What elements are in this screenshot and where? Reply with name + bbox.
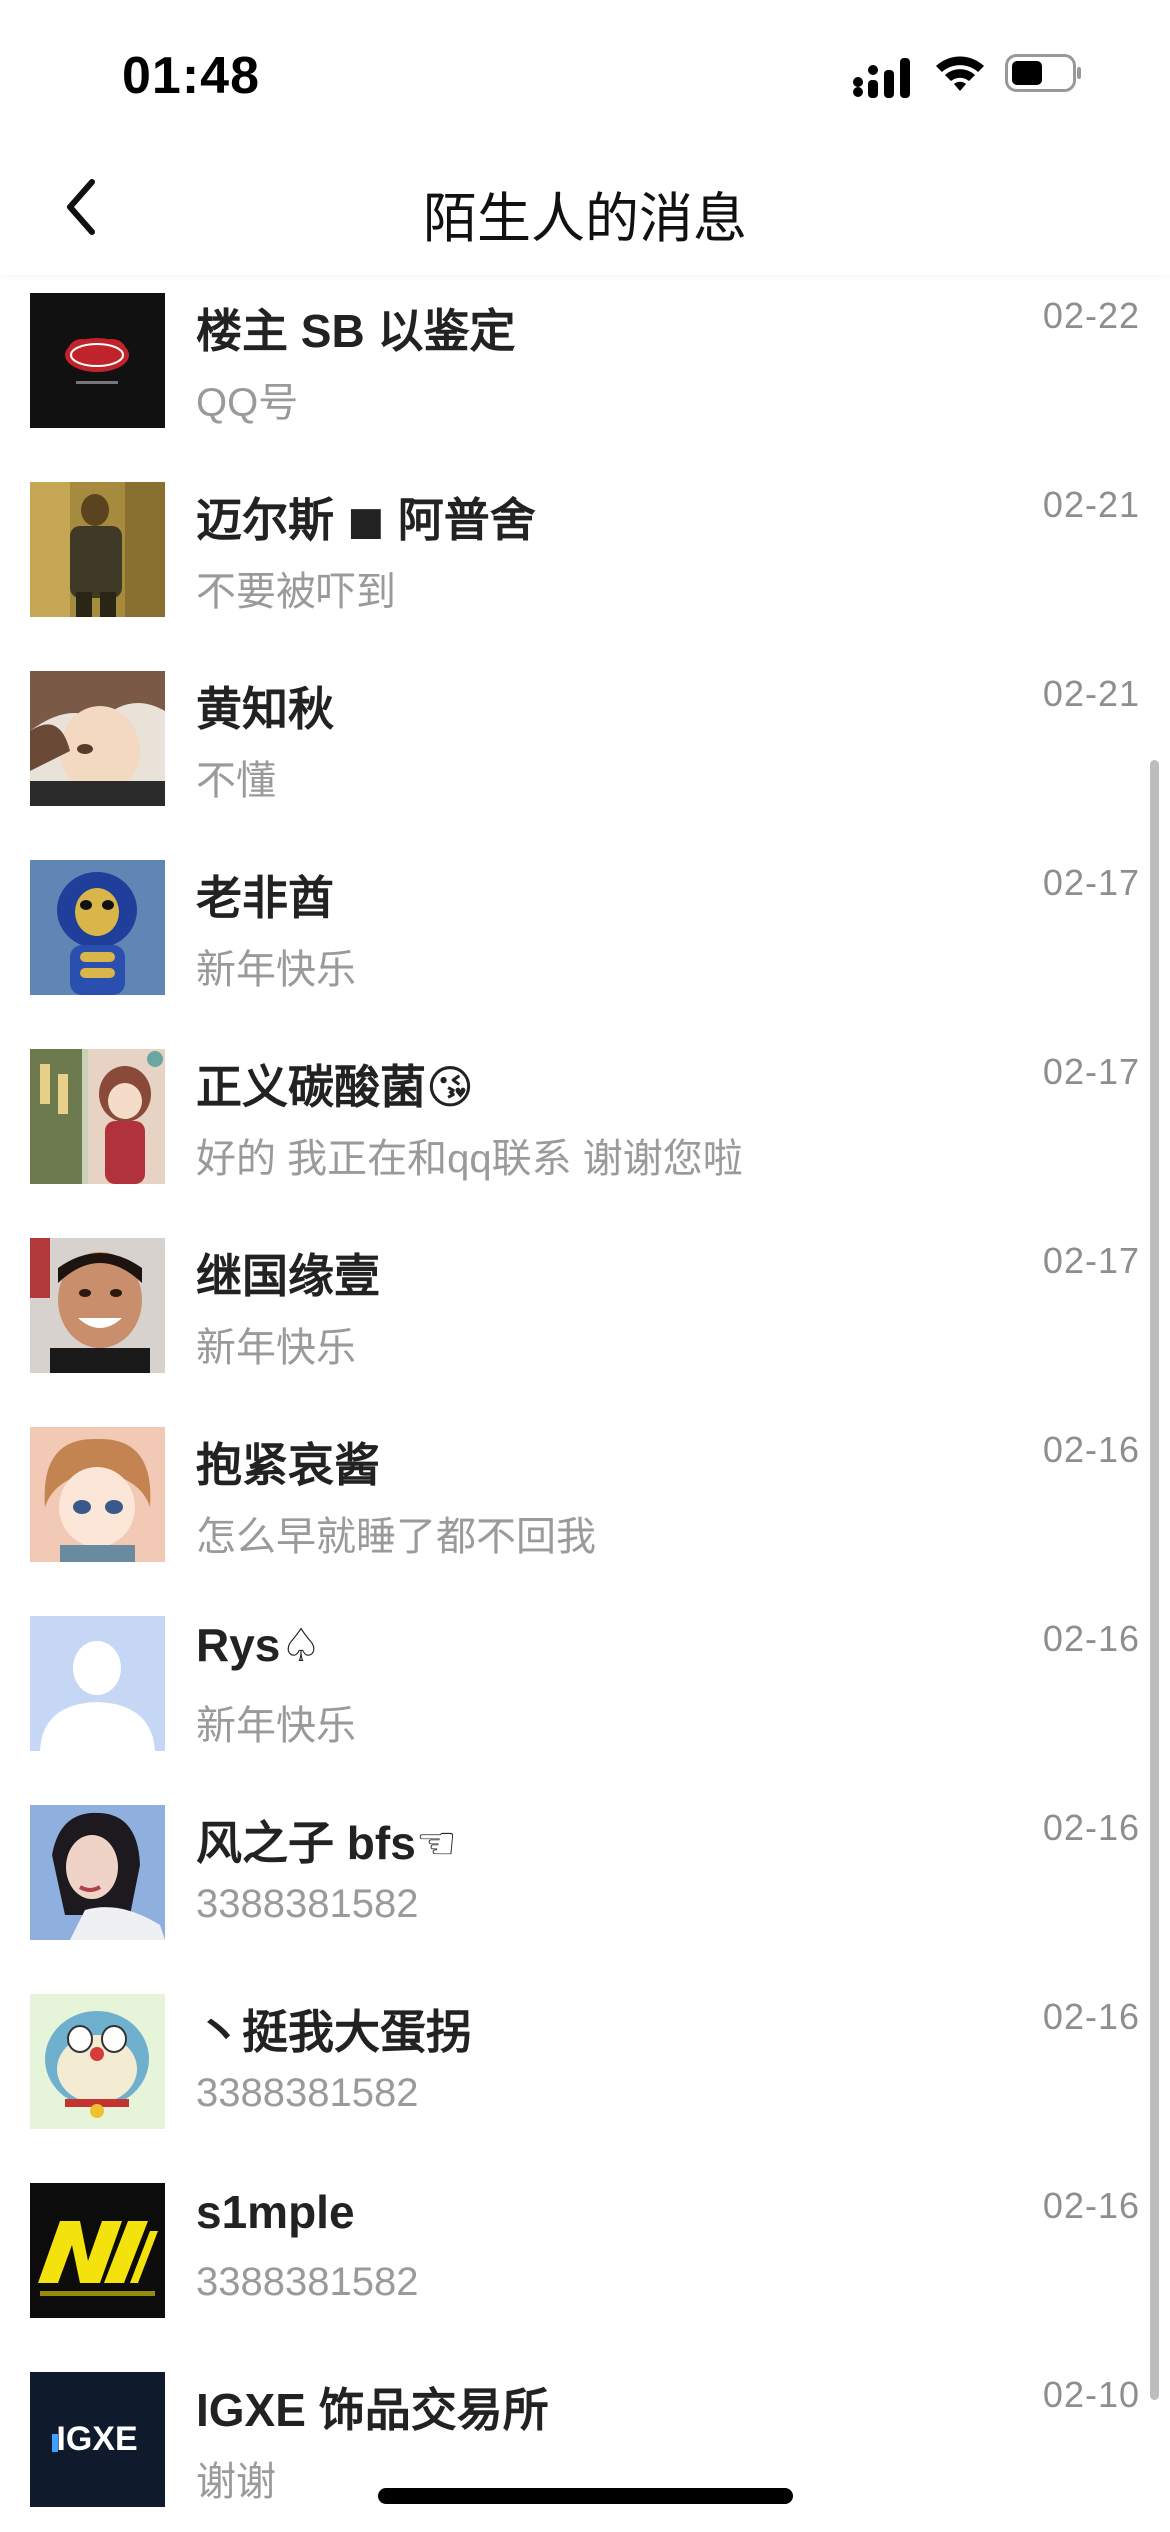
- message-preview: 新年快乐: [196, 1704, 356, 1748]
- message-date: 02-16: [1042, 1618, 1140, 1659]
- message-row[interactable]: 迈尔斯 ◼ 阿普舍 不要被吓到 02-21: [0, 464, 1170, 653]
- navi-logo-avatar[interactable]: [30, 2183, 165, 2318]
- message-row[interactable]: 楼主 SB 以鉴定 QQ号 02-22: [0, 275, 1170, 464]
- message-row[interactable]: 抱紧哀酱 怎么早就睡了都不回我 02-16: [0, 1409, 1170, 1598]
- message-date: 02-21: [1042, 673, 1140, 714]
- message-row[interactable]: IGXE IGXE 饰品交易所 谢谢 02-10: [0, 2354, 1170, 2532]
- message-date: 02-17: [1042, 1051, 1140, 1092]
- message-preview: 不要被吓到: [196, 570, 396, 614]
- message-preview: 不懂: [196, 759, 276, 803]
- sender-name: 迈尔斯 ◼ 阿普舍: [196, 494, 536, 546]
- message-row[interactable]: 风之子 bfs☜ 3388381582 02-16: [0, 1787, 1170, 1976]
- message-date: 02-16: [1042, 1807, 1140, 1848]
- status-time: 01:48: [122, 47, 260, 105]
- golden-figure-avatar[interactable]: [30, 482, 165, 617]
- nav-bar: 陌生人的消息: [0, 140, 1170, 275]
- message-row[interactable]: 黄知秋 不懂 02-21: [0, 653, 1170, 842]
- woman-portrait-avatar[interactable]: [30, 1805, 165, 1940]
- sender-name: 正义碳酸菌😘: [196, 1061, 474, 1113]
- anime-boy-avatar[interactable]: [30, 671, 165, 806]
- message-preview: 怎么早就睡了都不回我: [196, 1515, 596, 1559]
- message-preview: 谢谢: [196, 2460, 276, 2504]
- sender-name: 黄知秋: [196, 683, 334, 735]
- message-row[interactable]: s1mple 3388381582 02-16: [0, 2165, 1170, 2354]
- anime-girl-avatar[interactable]: [30, 1049, 165, 1184]
- message-preview: 好的 我正在和qq联系 谢谢您啦: [196, 1137, 743, 1181]
- message-row[interactable]: 继国缘壹 新年快乐 02-17: [0, 1220, 1170, 1409]
- message-date: 02-16: [1042, 1429, 1140, 1470]
- message-date: 02-17: [1042, 862, 1140, 903]
- message-date: 02-10: [1042, 2374, 1140, 2415]
- message-preview: QQ号: [196, 381, 299, 425]
- message-list[interactable]: 楼主 SB 以鉴定 QQ号 02-22 迈尔斯 ◼ 阿普舍 不要被吓到 02-2…: [0, 275, 1170, 2532]
- sender-name: 丶挺我大蛋拐: [196, 2006, 472, 2058]
- message-row[interactable]: 丶挺我大蛋拐 3388381582 02-16: [0, 1976, 1170, 2165]
- message-preview: 新年快乐: [196, 1326, 356, 1370]
- page-title: 陌生人的消息: [423, 189, 747, 249]
- message-date: 02-16: [1042, 2185, 1140, 2226]
- sender-name: 风之子 bfs☜: [196, 1817, 458, 1869]
- message-preview: 新年快乐: [196, 948, 356, 992]
- message-row[interactable]: 老非酋 新年快乐 02-17: [0, 842, 1170, 1031]
- home-indicator[interactable]: [378, 2488, 793, 2504]
- anime-brown-hair-avatar[interactable]: [30, 1427, 165, 1562]
- sender-name: 抱紧哀酱: [196, 1439, 380, 1491]
- cobra-robot-avatar[interactable]: [30, 860, 165, 995]
- message-row[interactable]: Rys♤ 新年快乐 02-16: [0, 1598, 1170, 1787]
- akatsuki-cloud-avatar[interactable]: [30, 293, 165, 428]
- igxe-logo-text: IGXE: [56, 2420, 137, 2458]
- sender-name: s1mple: [196, 2186, 355, 2238]
- smiling-boy-avatar[interactable]: [30, 1238, 165, 1373]
- doraemon-cat-avatar[interactable]: [30, 1994, 165, 2129]
- sender-name: Rys♤: [196, 1619, 322, 1671]
- sender-name: 老非酋: [196, 872, 334, 924]
- message-date: 02-21: [1042, 484, 1140, 525]
- wifi-icon: [936, 56, 984, 91]
- message-preview: 3388381582: [196, 1882, 419, 1926]
- message-preview: 3388381582: [196, 2260, 419, 2304]
- message-date: 02-22: [1042, 295, 1140, 336]
- status-bar: 01:48: [0, 0, 1170, 140]
- message-row[interactable]: 正义碳酸菌😘 好的 我正在和qq联系 谢谢您啦 02-17: [0, 1031, 1170, 1220]
- battery-icon: [1005, 54, 1081, 92]
- sender-name: 楼主 SB 以鉴定: [196, 305, 516, 357]
- message-preview: 3388381582: [196, 2071, 419, 2115]
- scrollbar[interactable]: [1150, 760, 1159, 2400]
- igxe-logo-avatar[interactable]: IGXE: [30, 2372, 165, 2507]
- message-date: 02-17: [1042, 1240, 1140, 1281]
- default-person-avatar[interactable]: [30, 1616, 165, 1751]
- cellular-signal-icon: [853, 58, 910, 98]
- message-date: 02-16: [1042, 1996, 1140, 2037]
- sender-name: IGXE 饰品交易所: [196, 2384, 549, 2436]
- sender-name: 继国缘壹: [196, 1250, 380, 1302]
